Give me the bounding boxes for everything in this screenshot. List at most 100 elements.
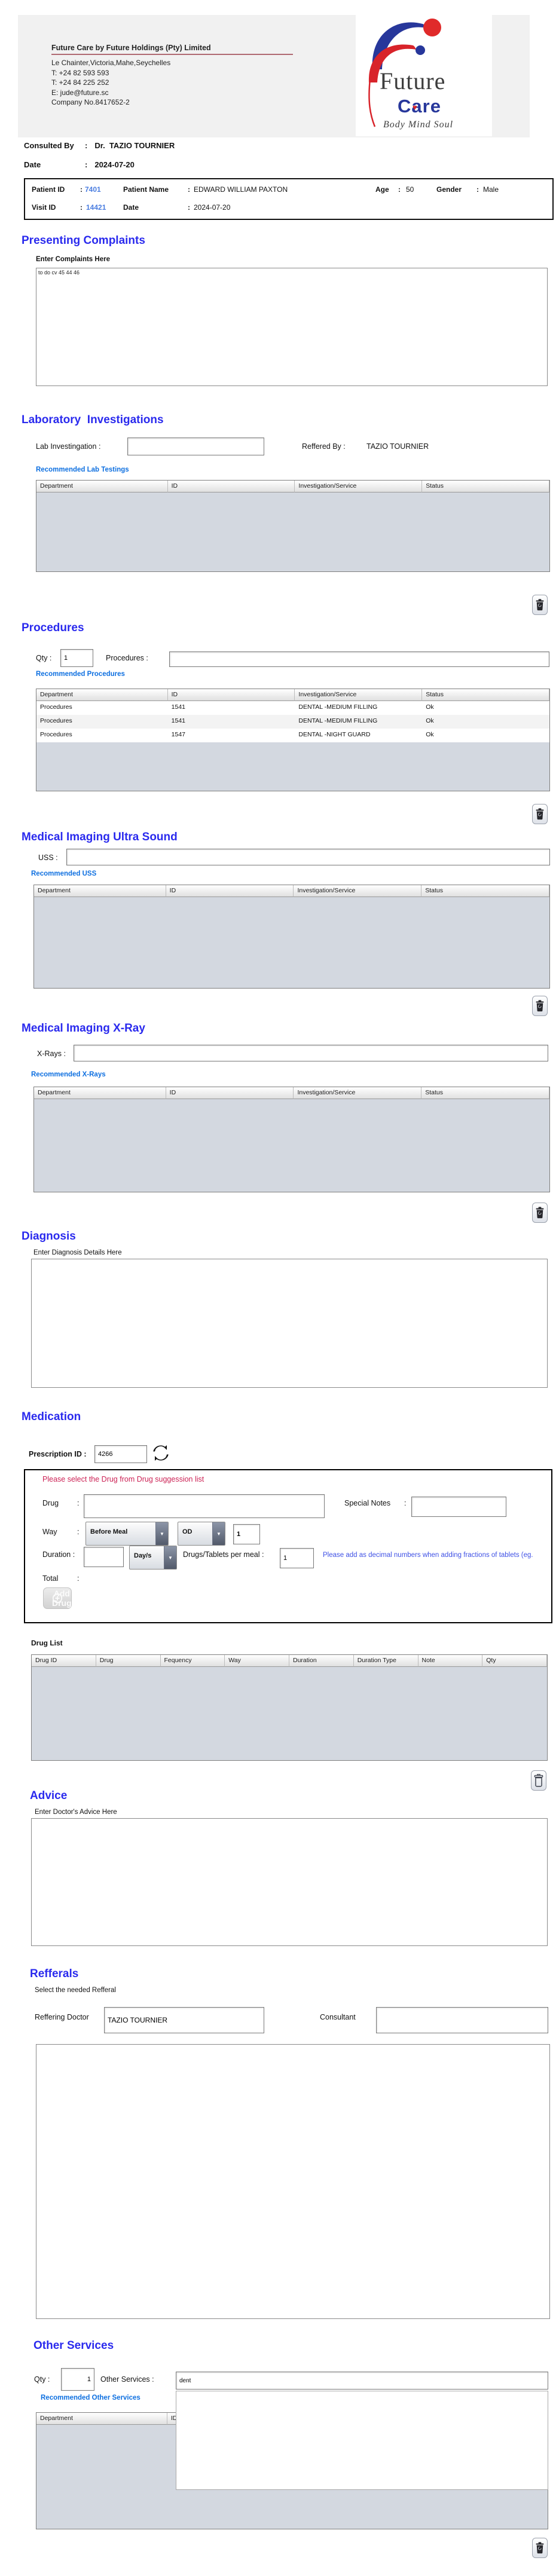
trash-icon	[535, 1206, 545, 1219]
duration-input[interactable]	[84, 1547, 124, 1567]
drug-table-head: Drug IDDrugFequencyWayDurationDuration T…	[32, 1655, 547, 1667]
uss-input[interactable]	[66, 849, 550, 865]
referrals-label: Select the needed Refferal	[35, 1987, 116, 1994]
section-title-medication: Medication	[22, 1411, 81, 1424]
colon: :	[188, 185, 190, 194]
company-logo: Future Care ♥ Body Mind Soul	[356, 7, 492, 136]
other-services-delete-button[interactable]	[532, 2538, 548, 2558]
diagnosis-textarea[interactable]	[31, 1259, 548, 1388]
consulted-by-label: Consulted By	[24, 141, 85, 150]
consultant-input[interactable]	[376, 2007, 548, 2033]
company-phone-2: T: +24 84 225 252	[51, 78, 314, 88]
procedures-delete-button[interactable]	[532, 804, 548, 824]
patient-id-label: Patient ID	[32, 185, 65, 194]
drug-input[interactable]	[84, 1494, 325, 1518]
lab-delete-button[interactable]	[532, 595, 548, 615]
consult-date-row: Date:2024-07-20	[24, 160, 135, 169]
complaints-textarea[interactable]: to do cv 45 44 46	[36, 268, 548, 386]
section-title-advice: Advice	[30, 1789, 67, 1803]
table-header-cell: Status	[421, 1087, 549, 1099]
per-meal-label: Drugs/Tablets per meal :	[183, 1550, 264, 1559]
consultation-report-page: Future Care by Future Holdings (Pty) Lim…	[0, 0, 556, 2576]
table-header-cell: Way	[225, 1655, 289, 1667]
meal-timing-select[interactable]: Before Meal	[85, 1522, 169, 1546]
other-qty-input[interactable]	[61, 2368, 94, 2391]
advice-textarea[interactable]	[31, 1818, 548, 1946]
consulted-by-value: Dr. TAZIO TOURNIER	[94, 141, 175, 150]
recommended-other-services-link[interactable]: Recommended Other Services	[41, 2394, 140, 2401]
xray-input[interactable]	[74, 1045, 548, 1061]
patient-name-label: Patient Name	[123, 185, 169, 194]
date-value: 2024-07-20	[94, 160, 135, 169]
procedures-table: DepartmentIDInvestigation/ServiceStatus …	[36, 689, 550, 791]
table-header-cell: Qty	[482, 1655, 547, 1667]
way-label: Way	[42, 1528, 57, 1536]
recommended-lab-link[interactable]: Recommended Lab Testings	[36, 466, 129, 473]
other-services-input-label: Other Services :	[100, 2375, 154, 2384]
table-header-cell: Duration Type	[354, 1655, 418, 1667]
recommended-procedures-link[interactable]: Recommended Procedures	[36, 671, 125, 678]
procedures-qty-input[interactable]	[60, 649, 93, 667]
cell-id: 1547	[168, 729, 295, 742]
colon: :	[80, 203, 83, 212]
table-header-cell: Drug ID	[32, 1655, 96, 1667]
lab-referred-label: Reffered By :	[302, 442, 346, 451]
cell-department: Procedures	[36, 715, 168, 729]
colon: :	[85, 141, 87, 150]
table-header-cell: Duration	[289, 1655, 354, 1667]
diagnosis-label: Enter Diagnosis Details Here	[33, 1249, 122, 1256]
gender-label: Gender	[436, 185, 462, 194]
lab-referred-value: TAZIO TOURNIER	[366, 442, 429, 451]
recommended-xray-link[interactable]: Recommended X-Rays	[31, 1071, 106, 1078]
per-meal-input[interactable]	[280, 1548, 314, 1568]
trash-icon	[535, 598, 545, 611]
visit-id-value: 14421	[86, 203, 106, 212]
table-header-cell: Status	[422, 481, 549, 492]
xray-delete-button[interactable]	[532, 1203, 548, 1223]
refresh-icon	[152, 1443, 170, 1463]
section-title-xray: Medical Imaging X-Ray	[22, 1022, 145, 1035]
colon: :	[77, 1574, 79, 1583]
lab-table-body	[36, 492, 549, 571]
recommended-uss-link[interactable]: Recommended USS	[31, 870, 96, 877]
date-label: Date	[24, 160, 85, 169]
table-row[interactable]: Procedures 1541 DENTAL -MEDIUM FILLING O…	[36, 701, 549, 715]
consulted-by-row: Consulted By: Dr. TAZIO TOURNIER	[24, 141, 175, 150]
table-row[interactable]: Procedures 1547 DENTAL -NIGHT GUARD Ok	[36, 729, 549, 742]
total-label: Total	[42, 1574, 58, 1583]
colon: :	[188, 203, 190, 212]
colon: :	[85, 160, 87, 169]
other-services-input[interactable]	[176, 2372, 548, 2390]
uss-delete-button[interactable]	[532, 996, 548, 1016]
add-drug-button[interactable]: Add Drug	[43, 1587, 72, 1609]
company-email: E: jude@future.sc	[51, 88, 314, 98]
drug-delete-button[interactable]	[531, 1770, 546, 1791]
uss-table-body	[34, 897, 549, 988]
prescription-id-input[interactable]	[94, 1445, 147, 1463]
frequency-select[interactable]: OD	[178, 1522, 225, 1546]
drug-table-body	[32, 1667, 547, 1760]
referring-doctor-input[interactable]	[104, 2007, 264, 2033]
other-qty-label: Qty :	[34, 2375, 50, 2384]
uss-input-label: USS :	[38, 853, 58, 862]
procedures-input[interactable]	[169, 651, 549, 667]
procedures-table-body: Procedures 1541 DENTAL -MEDIUM FILLING O…	[36, 701, 549, 791]
gender-value: Male	[483, 185, 499, 194]
table-header-cell: Note	[418, 1655, 483, 1667]
duration-unit-select[interactable]: Day/s	[129, 1546, 177, 1570]
procedures-table-head: DepartmentIDInvestigation/ServiceStatus	[36, 689, 549, 701]
uss-table-head: DepartmentIDInvestigation/ServiceStatus	[34, 885, 549, 897]
trash-icon	[535, 807, 545, 821]
lab-investigation-input[interactable]	[127, 438, 264, 455]
way-qty-input[interactable]	[233, 1524, 260, 1544]
table-row[interactable]: Procedures 1541 DENTAL -MEDIUM FILLING O…	[36, 715, 549, 729]
table-header-cell: Investigation/Service	[294, 1087, 421, 1099]
table-header-cell: ID	[168, 689, 295, 701]
section-title-uss: Medical Imaging Ultra Sound	[22, 831, 178, 844]
consultant-label: Consultant	[320, 2013, 356, 2021]
special-notes-input[interactable]	[411, 1497, 506, 1517]
medication-entry-box: Please select the Drug from Drug suggess…	[24, 1469, 552, 1623]
referral-list-box[interactable]	[36, 2044, 550, 2319]
refresh-prescription-button[interactable]	[151, 1443, 171, 1464]
title-underline	[51, 54, 293, 55]
